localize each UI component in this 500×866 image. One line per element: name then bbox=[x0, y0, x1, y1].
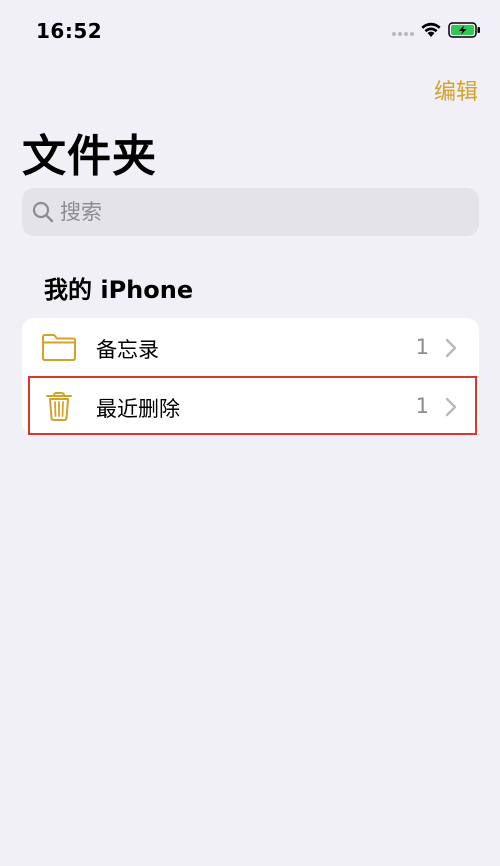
folder-row-notes[interactable]: 备忘录 1 bbox=[22, 318, 479, 376]
chevron-right-icon bbox=[445, 397, 457, 417]
page-title: 文件夹 bbox=[22, 131, 157, 182]
folder-label: 备忘录 bbox=[96, 338, 159, 362]
folder-label: 最近删除 bbox=[96, 397, 180, 421]
folder-icon bbox=[42, 334, 76, 361]
wifi-icon bbox=[421, 22, 441, 37]
edit-button[interactable]: 编辑 bbox=[434, 74, 478, 106]
search-input[interactable] bbox=[60, 200, 440, 224]
status-bar: 16:52 bbox=[0, 0, 500, 60]
cellular-signal-icon bbox=[392, 31, 416, 37]
section-header: 我的 iPhone bbox=[44, 276, 194, 304]
folder-count: 1 bbox=[415, 394, 429, 418]
search-icon bbox=[32, 201, 54, 223]
status-time: 16:52 bbox=[36, 19, 103, 43]
search-bar[interactable] bbox=[22, 188, 479, 236]
battery-charging-icon bbox=[448, 22, 480, 38]
chevron-right-icon bbox=[445, 338, 457, 358]
folder-list: 备忘录 1 最近删除 1 bbox=[22, 318, 479, 435]
folder-count: 1 bbox=[415, 335, 429, 359]
folder-row-recently-deleted[interactable]: 最近删除 1 bbox=[22, 377, 479, 435]
trash-icon bbox=[46, 392, 72, 421]
